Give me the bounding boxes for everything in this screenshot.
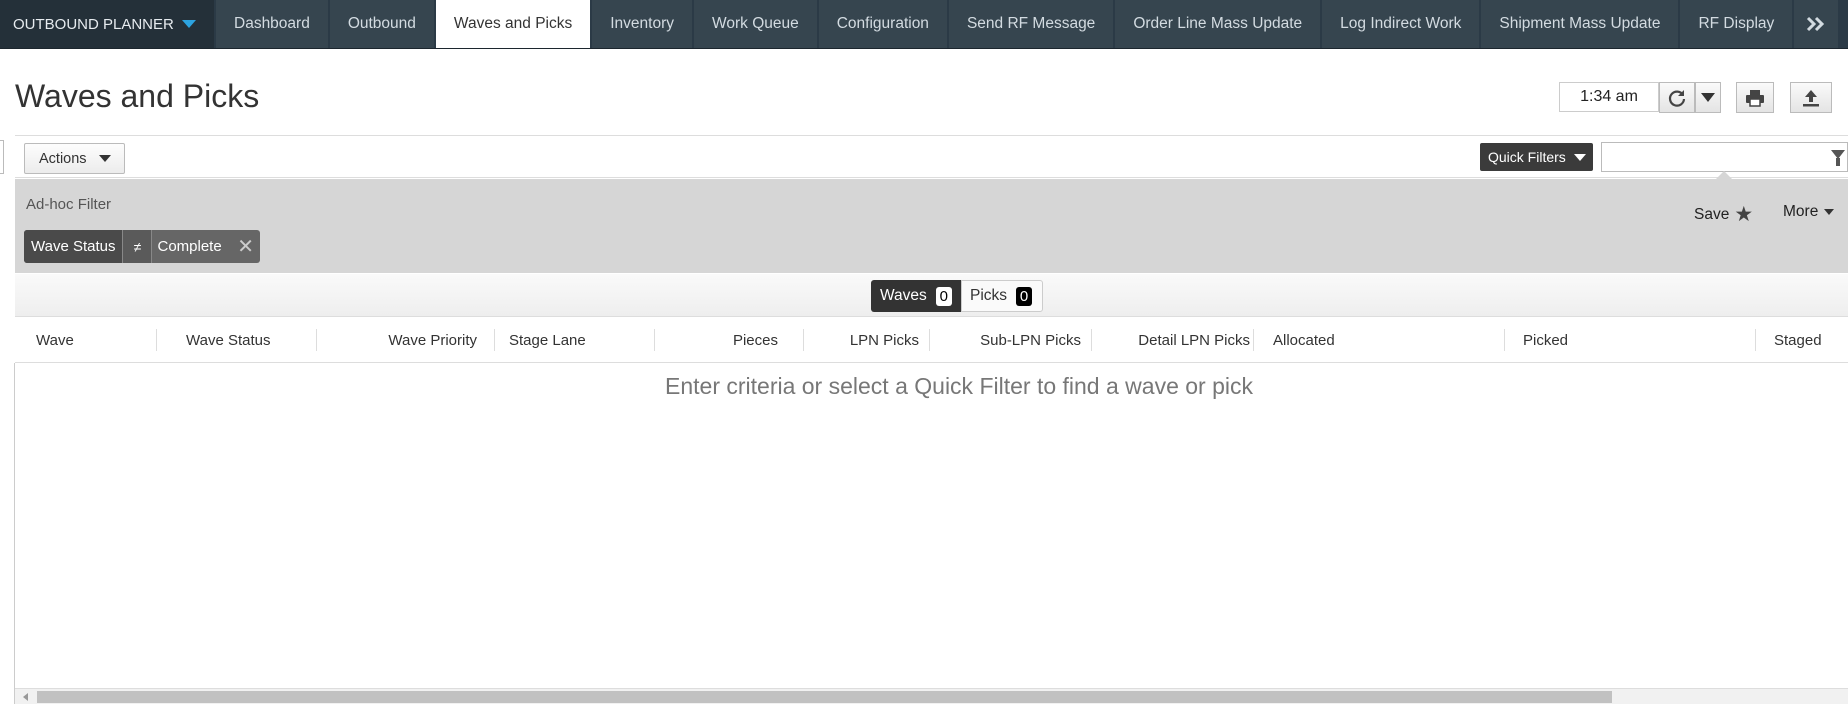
picks-label: Picks [970, 287, 1008, 304]
picks-count-badge: 0 [1016, 286, 1033, 306]
column-header-staged[interactable]: Staged [1774, 318, 1848, 362]
adhoc-filter-label: Ad-hoc Filter [26, 196, 112, 213]
column-resizer[interactable] [1504, 329, 1505, 351]
tab-waves-and-picks[interactable]: Waves and Picks [435, 0, 591, 48]
side-panel-edge[interactable] [0, 140, 4, 174]
more-tabs-button[interactable] [1794, 0, 1839, 48]
chevron-down-icon [98, 155, 111, 162]
column-resizer[interactable] [1253, 329, 1254, 351]
more-label: More [1783, 203, 1819, 220]
picks-toggle[interactable]: Picks 0 [961, 280, 1043, 312]
quick-filters-button[interactable]: Quick Filters [1480, 143, 1593, 171]
save-filter-button[interactable]: Save ★ [1694, 202, 1753, 227]
column-header-allocated[interactable]: Allocated [1273, 318, 1473, 362]
column-header-picked[interactable]: Picked [1523, 318, 1723, 362]
star-icon: ★ [1734, 203, 1754, 226]
chevron-left-icon[interactable] [23, 693, 28, 701]
tab-outbound[interactable]: Outbound [329, 0, 434, 48]
chevron-down-icon [1824, 209, 1835, 215]
tab-label: RF Display [1698, 15, 1775, 32]
refresh-button[interactable] [1659, 82, 1695, 113]
tab-label: Outbound [347, 15, 416, 32]
double-chevron-right-icon [1807, 16, 1825, 32]
tab-label: Waves and Picks [453, 15, 573, 32]
tab-label: Send RF Message [966, 15, 1096, 32]
filter-chip-field[interactable]: Wave Status [24, 230, 123, 263]
tab-dashboard[interactable]: Dashboard [216, 0, 328, 48]
tab-configuration[interactable]: Configuration [818, 0, 947, 48]
scrollbar-thumb[interactable] [37, 691, 1612, 703]
tab-work-queue[interactable]: Work Queue [694, 0, 817, 48]
save-label: Save [1694, 205, 1730, 223]
horizontal-scrollbar[interactable] [15, 688, 1848, 704]
upload-icon [1803, 89, 1819, 106]
column-header-wave-priority[interactable]: Wave Priority [317, 318, 477, 362]
tab-label: Configuration [836, 15, 929, 32]
filter-search-input[interactable] [1601, 142, 1848, 172]
chevron-down-icon [182, 20, 196, 28]
column-header-stage-lane[interactable]: Stage Lane [509, 318, 649, 362]
adhoc-filter-panel [15, 179, 1848, 273]
grid-header: Wave Wave Status Wave Priority Stage Lan… [15, 318, 1848, 363]
app-name: OUTBOUND PLANNER [13, 15, 174, 33]
print-button[interactable] [1736, 82, 1774, 113]
filter-chip-operator[interactable]: ≠ [122, 230, 153, 263]
column-header-sub-lpn-picks[interactable]: Sub-LPN Picks [930, 318, 1081, 362]
tab-label: Work Queue [712, 15, 799, 32]
top-nav: OUTBOUND PLANNER Dashboard Outbound Wave… [0, 0, 1848, 49]
close-icon[interactable]: ✕ [232, 230, 260, 263]
tab-label: Order Line Mass Update [1133, 15, 1303, 32]
export-button[interactable] [1790, 82, 1832, 113]
actions-button[interactable]: Actions [24, 143, 125, 174]
tab-label: Shipment Mass Update [1499, 15, 1661, 32]
tab-send-rf-message[interactable]: Send RF Message [948, 0, 1114, 48]
tab-log-indirect-work[interactable]: Log Indirect Work [1322, 0, 1480, 48]
tab-inventory[interactable]: Inventory [592, 0, 692, 48]
tab-shipment-mass-update[interactable]: Shipment Mass Update [1481, 0, 1679, 48]
waves-count-badge: 0 [935, 286, 952, 306]
empty-grid-message: Enter criteria or select a Quick Filter … [665, 373, 1253, 399]
column-header-wave[interactable]: Wave [36, 318, 156, 362]
column-header-lpn-picks[interactable]: LPN Picks [804, 318, 919, 362]
filter-panel-pointer [1714, 171, 1734, 181]
chevron-down-icon [1573, 153, 1586, 161]
app-switcher[interactable]: OUTBOUND PLANNER [0, 0, 214, 48]
column-resizer[interactable] [156, 329, 157, 351]
filter-chip[interactable]: Wave Status ≠ Complete ✕ [24, 230, 260, 263]
actions-label: Actions [39, 150, 87, 167]
more-menu-button[interactable]: More [1783, 203, 1835, 221]
waves-toggle[interactable]: Waves 0 [871, 280, 961, 312]
tab-order-line-mass-update[interactable]: Order Line Mass Update [1115, 0, 1321, 48]
chevron-down-icon [1701, 93, 1715, 102]
tab-rf-display[interactable]: RF Display [1680, 0, 1793, 48]
last-refresh-time: 1:34 am [1559, 82, 1659, 112]
print-icon [1746, 89, 1764, 107]
grid-body-border [14, 363, 15, 704]
page-title: Waves and Picks [15, 78, 260, 114]
column-resizer[interactable] [494, 329, 495, 351]
filter-chip-value[interactable]: Complete [152, 230, 231, 263]
column-header-wave-status[interactable]: Wave Status [186, 318, 326, 362]
filter-icon [1831, 150, 1845, 166]
tab-label: Log Indirect Work [1340, 15, 1462, 32]
column-header-pieces[interactable]: Pieces [655, 318, 778, 362]
refresh-icon [1668, 89, 1686, 107]
tab-label: Inventory [610, 15, 674, 32]
waves-label: Waves [880, 287, 927, 304]
tab-label: Dashboard [234, 15, 310, 32]
column-header-detail-lpn-picks[interactable]: Detail LPN Picks [1092, 318, 1250, 362]
quick-filters-label: Quick Filters [1488, 149, 1566, 165]
column-resizer[interactable] [1755, 329, 1756, 351]
refresh-options-button[interactable] [1695, 82, 1721, 113]
